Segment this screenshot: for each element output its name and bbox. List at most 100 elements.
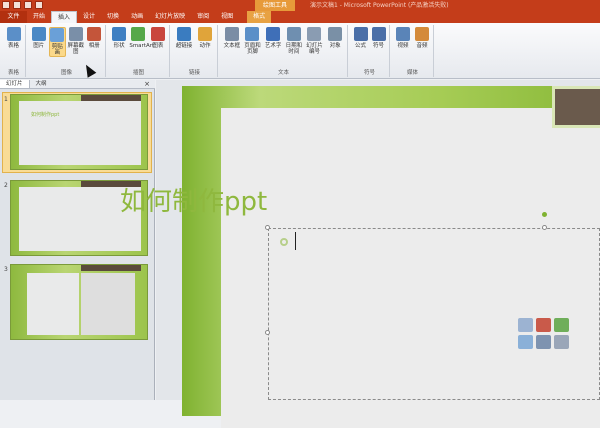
hyperlink-icon — [177, 27, 191, 41]
ribbon-group-0: 表格 表格 — [2, 25, 26, 77]
audio-icon — [415, 27, 429, 41]
rotate-handle[interactable] — [542, 212, 547, 217]
datetime-icon — [286, 27, 301, 41]
ribbon-button-2-1[interactable]: SmartArt — [129, 27, 154, 49]
album-icon — [87, 27, 102, 41]
tab-1[interactable]: 开始 — [27, 11, 51, 23]
ribbon-button-6-1[interactable]: 音频 — [413, 27, 431, 49]
ribbon-group-label: 插图 — [132, 70, 144, 76]
save-icon[interactable] — [2, 1, 10, 9]
slide-number: 3 — [4, 266, 8, 273]
tab-0[interactable]: 文件 — [0, 11, 27, 23]
button-label: 符号 — [372, 43, 384, 49]
ribbon-button-5-1[interactable]: 符号 — [370, 27, 387, 49]
ribbon-button-2-2[interactable]: 图表 — [149, 27, 167, 49]
undo-icon[interactable] — [13, 1, 21, 9]
ribbon-button-0-0[interactable]: 表格 — [4, 27, 23, 49]
ribbon-button-4-0[interactable]: 文本框 — [222, 27, 242, 49]
ribbon-group-label: 媒体 — [406, 70, 418, 76]
insert-table-icon[interactable] — [518, 318, 533, 332]
tab-7[interactable]: 审阅 — [191, 11, 215, 23]
customize-qat-icon[interactable] — [35, 1, 43, 9]
ribbon-group-2: 形状 SmartArt 图表插图 — [108, 25, 170, 77]
resize-handle-left[interactable] — [265, 330, 270, 335]
tab-9[interactable]: 格式 — [247, 11, 272, 23]
ribbon-button-3-0[interactable]: 超链接 — [174, 27, 194, 49]
insert-chart-icon[interactable] — [536, 318, 551, 332]
insert-media-icon[interactable] — [554, 335, 569, 349]
ribbon-button-1-1[interactable]: 剪贴画 — [48, 27, 66, 57]
video-icon — [396, 27, 410, 41]
tab-2[interactable]: 插入 — [51, 11, 78, 23]
tab-6[interactable]: 幻灯片放映 — [149, 11, 191, 23]
slides-panel: 幻灯片 大纲 × 1 如何制作ppt 2 3 — [0, 80, 155, 400]
tab-outline[interactable]: 大纲 — [30, 80, 53, 88]
ribbon-button-5-0[interactable]: 公式 — [352, 27, 369, 49]
ribbon-button-1-3[interactable]: 相册 — [86, 27, 104, 49]
ribbon-button-4-4[interactable]: 幻灯片编号 — [305, 27, 325, 55]
ribbon-button-4-2[interactable]: 艺术字 — [263, 27, 283, 49]
textbox-icon — [224, 27, 239, 41]
ribbon-tabs: 文件 开始 插入 设计 切换 动画 幻灯片放映 审阅 视图 格式 — [0, 11, 600, 23]
omega-icon — [371, 27, 386, 41]
ribbon-group-label: 链接 — [188, 70, 200, 76]
ribbon-button-1-2[interactable]: 屏幕截图 — [67, 27, 85, 55]
button-label: 对象 — [329, 43, 341, 49]
slide-number-icon — [307, 27, 322, 41]
quick-access-toolbar — [2, 1, 43, 9]
resize-handle-top[interactable] — [542, 225, 547, 230]
ribbon-group-3: 超链接 动作链接 — [172, 25, 218, 77]
ribbon-button-3-1[interactable]: 动作 — [195, 27, 215, 49]
resize-handle-tl[interactable] — [265, 225, 270, 230]
redo-icon[interactable] — [24, 1, 32, 9]
table-icon — [6, 27, 21, 41]
text-caret — [295, 232, 296, 250]
action-icon — [198, 27, 212, 41]
button-label: 超链接 — [175, 43, 193, 49]
button-label: 页眉和页脚 — [244, 43, 261, 55]
button-label: 表格 — [7, 43, 19, 49]
close-icon[interactable]: × — [144, 80, 150, 89]
header-footer-icon — [245, 27, 260, 41]
ribbon-group-6: 视频 音频媒体 — [392, 25, 434, 77]
tab-8[interactable]: 视图 — [215, 11, 239, 23]
button-label: 相册 — [88, 43, 100, 49]
insert-clipart-icon[interactable] — [536, 335, 551, 349]
button-label: 公式 — [354, 43, 366, 49]
ribbon-group-4: 文本框 页眉和页脚 艺术字 日期和时间 幻灯片编号 对象 文本 — [220, 25, 348, 77]
tab-5[interactable]: 动画 — [125, 11, 149, 23]
ribbon-button-6-0[interactable]: 视频 — [394, 27, 412, 49]
button-label: 幻灯片编号 — [306, 43, 323, 55]
document-title: 演示文稿1 - Microsoft PowerPoint (产品激活失败) — [310, 2, 449, 9]
contextual-tab-group: 绘图工具 — [255, 0, 295, 11]
slide-title[interactable]: 如何制作ppt — [120, 181, 267, 218]
content-placeholder[interactable] — [268, 228, 600, 400]
button-label: 图片 — [33, 43, 45, 49]
ribbon-button-2-0[interactable]: 形状 — [110, 27, 128, 49]
wordart-icon — [266, 27, 281, 41]
insert-picture-icon[interactable] — [518, 335, 533, 349]
ribbon-button-4-3[interactable]: 日期和时间 — [284, 27, 304, 55]
title-bar: 绘图工具 演示文稿1 - Microsoft PowerPoint (产品激活失… — [0, 0, 600, 11]
button-label: 图表 — [152, 43, 164, 49]
panel-tabs: 幻灯片 大纲 — [0, 80, 155, 89]
thumb-title: 如何制作ppt — [31, 112, 60, 118]
ribbon-button-1-0[interactable]: 图片 — [30, 27, 48, 49]
insert-smartart-icon[interactable] — [554, 318, 569, 332]
picture-icon — [31, 27, 46, 41]
tab-4[interactable]: 切换 — [101, 11, 125, 23]
ribbon-button-4-1[interactable]: 页眉和页脚 — [243, 27, 263, 55]
tab-slides[interactable]: 幻灯片 — [0, 80, 30, 88]
ribbon-button-4-5[interactable]: 对象 — [325, 27, 345, 49]
button-label: 形状 — [113, 43, 125, 49]
slide-number: 1 — [4, 96, 8, 103]
slide-decoration — [552, 86, 600, 128]
button-label: 动作 — [199, 43, 211, 49]
screenshot-icon — [68, 27, 83, 41]
clipart-icon — [50, 28, 65, 42]
bullet-icon — [280, 238, 288, 246]
button-label: 剪贴画 — [51, 44, 63, 56]
button-label: 文本框 — [223, 43, 241, 49]
tab-3[interactable]: 设计 — [77, 11, 101, 23]
content-insert-icons — [518, 318, 569, 349]
